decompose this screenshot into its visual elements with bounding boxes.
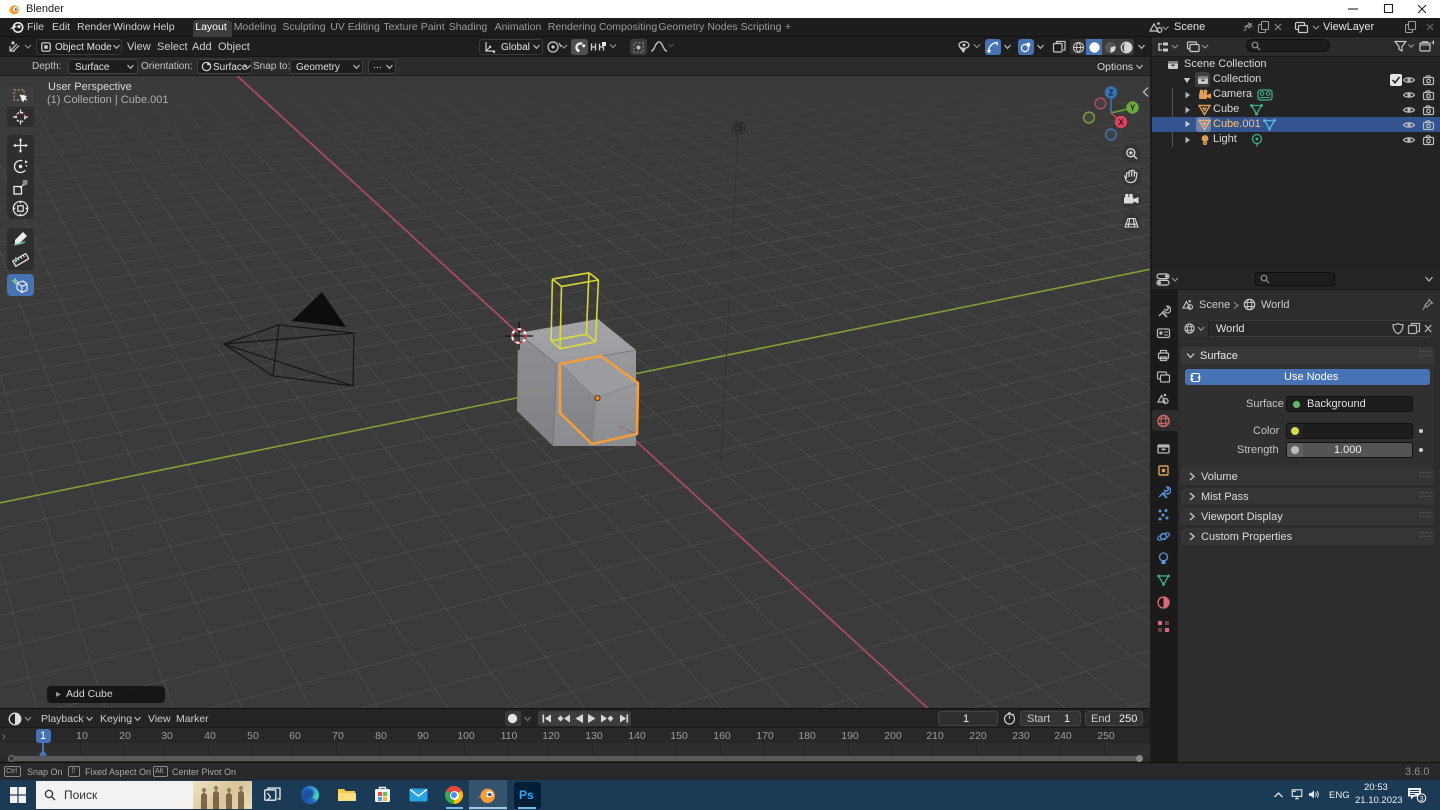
svg-text:X: X: [1118, 118, 1124, 127]
svg-text:Z: Z: [1109, 89, 1114, 98]
svg-text:3: 3: [1419, 794, 1423, 803]
svg-text:Y: Y: [1130, 104, 1136, 113]
